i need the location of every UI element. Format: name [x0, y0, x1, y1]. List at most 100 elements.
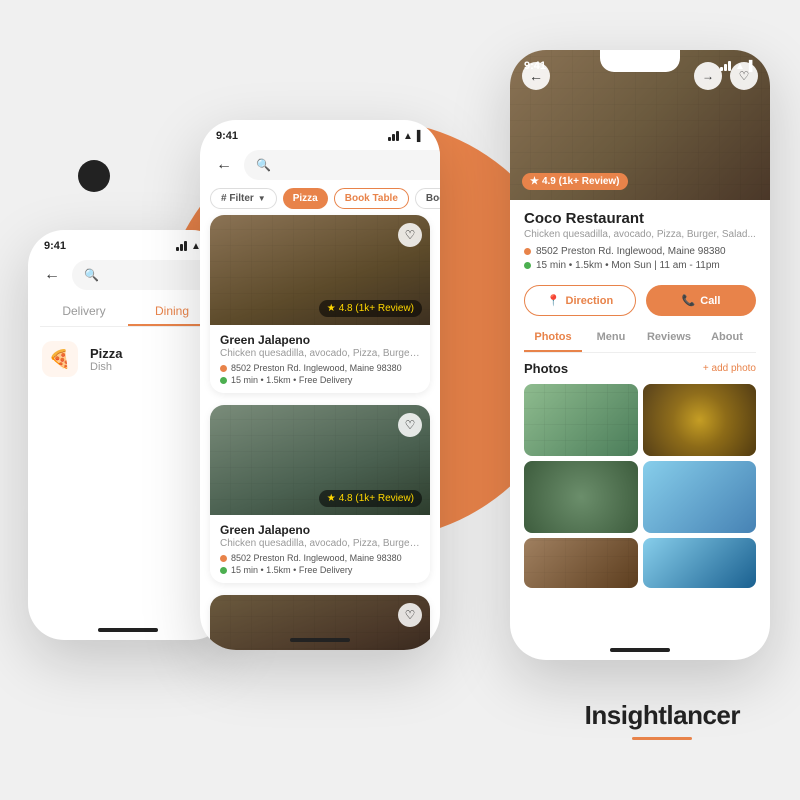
brand-name: Insightlancer [585, 700, 740, 731]
detail-header-image: 9:41 ▲ ▌ ← → ♡ ★ 4.9 (1k+ Review) [510, 50, 770, 200]
status-time-left: 9:41 [44, 240, 66, 252]
search-icon-left: 🔍 [84, 268, 99, 282]
notch-left [88, 230, 168, 252]
suggestion-item[interactable]: 🍕 Pizza Dish [28, 331, 228, 387]
tab-about[interactable]: About [698, 324, 756, 352]
back-button-left[interactable]: ← [38, 261, 66, 289]
restaurant-detail-meta: 8502 Preston Rd. Inglewood, Maine 98380 … [524, 246, 756, 271]
address-row-2: 8502 Preston Rd. Inglewood, Maine 98380 [220, 553, 420, 563]
direction-icon: 📍 [547, 294, 561, 307]
notch-right [600, 50, 680, 72]
wifi-icon-right: ▲ [735, 61, 745, 72]
tab-photos[interactable]: Photos [524, 324, 582, 352]
filter-chip-booktable[interactable]: Book Table [334, 188, 409, 209]
restaurant-image-2: ♡ ★ 4.8 (1k+ Review) [210, 405, 430, 515]
filter-chip-pizza[interactable]: Pizza [283, 188, 328, 209]
location-dot-2 [220, 555, 227, 562]
battery-icon-right: ▌ [749, 61, 756, 72]
card-body-1: Green Jalapeno Chicken quesadilla, avoca… [210, 325, 430, 393]
photo-3[interactable] [524, 461, 638, 533]
suggestion-text: Pizza Dish [90, 346, 123, 373]
hours-dot-detail [524, 262, 531, 269]
search-bar-mid[interactable]: 🔍 Pizza ✕ [244, 150, 440, 180]
favorite-btn-1[interactable]: ♡ [398, 223, 422, 247]
tab-delivery[interactable]: Delivery [40, 298, 128, 326]
photo-1[interactable] [524, 384, 638, 456]
filter-row: # Filter ▼ Pizza Book Table Book Table [200, 184, 440, 215]
action-buttons: 📍 Direction 📞 Call [510, 277, 770, 324]
delivery-dot-2 [220, 567, 227, 574]
star-icon-detail: ★ [530, 176, 539, 187]
photo-5[interactable] [524, 538, 638, 588]
photo-6[interactable] [643, 538, 757, 588]
photos-section-title: Photos [524, 361, 568, 376]
restaurant-card-2[interactable]: ♡ ★ 4.8 (1k+ Review) Green Jalapeno Chic… [210, 405, 430, 583]
status-icons-mid: ▲ ▌ [388, 131, 424, 142]
pizza-icon: 🍕 [42, 341, 78, 377]
notch-mid [280, 120, 360, 142]
filter-chevron: ▼ [258, 194, 266, 203]
restaurant-desc-1: Chicken quesadilla, avocado, Pizza, Burg… [220, 348, 420, 359]
location-dot-detail [524, 248, 531, 255]
call-icon: 📞 [682, 294, 696, 307]
status-time-mid: 9:41 [216, 130, 238, 142]
tab-bar-left: Delivery Dining [40, 298, 216, 327]
booktable-filter-label: Book Table [345, 193, 398, 204]
delivery-row-1: 15 min • 1.5km • Free Delivery [220, 375, 420, 385]
decorative-dot-topleft [78, 160, 110, 192]
delivery-dot-1 [220, 377, 227, 384]
detail-tab-bar: Photos Menu Reviews About [524, 324, 756, 353]
restaurant-desc-2: Chicken quesadilla, avocado, Pizza, Burg… [220, 538, 420, 549]
brand-underline [632, 737, 692, 740]
status-time-right: 9:41 [524, 60, 546, 72]
favorite-btn-3[interactable]: ♡ [398, 603, 422, 627]
card-meta-1: 8502 Preston Rd. Inglewood, Maine 98380 … [220, 363, 420, 385]
search-input-mid[interactable]: Pizza [279, 158, 434, 172]
signal-icon-right [720, 61, 731, 71]
restaurant-detail-desc: Chicken quesadilla, avocado, Pizza, Burg… [524, 229, 756, 240]
brand-section: Insightlancer [585, 700, 740, 740]
signal-icon-mid [388, 131, 399, 141]
photo-4[interactable] [643, 461, 757, 533]
detail-info: Coco Restaurant Chicken quesadilla, avoc… [510, 200, 770, 277]
tab-reviews[interactable]: Reviews [640, 324, 698, 352]
back-button-mid[interactable]: ← [210, 151, 238, 179]
filter-chip-booktable2[interactable]: Book Table [415, 188, 440, 209]
battery-icon-mid: ▌ [417, 131, 424, 142]
card-body-2: Green Jalapeno Chicken quesadilla, avoca… [210, 515, 430, 583]
photo-grid-2 [524, 538, 756, 588]
card-meta-2: 8502 Preston Rd. Inglewood, Maine 98380 … [220, 553, 420, 575]
location-dot-1 [220, 365, 227, 372]
phone-mid: 9:41 ▲ ▌ ← 🔍 Pizza ✕ # Filter ▼ Pizza Bo… [200, 120, 440, 650]
header-rating-badge: ★ 4.9 (1k+ Review) [522, 173, 628, 190]
hours-detail-row: 15 min • 1.5km • Mon Sun | 11 am - 11pm [524, 260, 756, 271]
add-photo-button[interactable]: + add photo [703, 363, 756, 374]
delivery-row-2: 15 min • 1.5km • Free Delivery [220, 565, 420, 575]
filter-label: # Filter [221, 193, 254, 204]
tab-menu[interactable]: Menu [582, 324, 640, 352]
photos-header: Photos + add photo [524, 361, 756, 376]
restaurant-card-1[interactable]: ♡ ★ 4.8 (1k+ Review) Green Jalapeno Chic… [210, 215, 430, 393]
direction-button[interactable]: 📍 Direction [524, 285, 636, 316]
search-icon-mid: 🔍 [256, 158, 271, 172]
restaurant-name-2: Green Jalapeno [220, 523, 420, 537]
booktable2-filter-label: Book Table [426, 193, 440, 204]
filter-chip-main[interactable]: # Filter ▼ [210, 188, 277, 209]
suggestion-category: Dish [90, 361, 123, 373]
phone-left: 9:41 ▲ ▌ ← 🔍 Pizza ✕ Delivery Dining 🍕 [28, 230, 228, 640]
home-bar-right [610, 648, 670, 652]
star-icon-2: ★ [327, 493, 336, 504]
photo-2[interactable] [643, 384, 757, 456]
address-row-1: 8502 Preston Rd. Inglewood, Maine 98380 [220, 363, 420, 373]
restaurant-image-1: ♡ ★ 4.8 (1k+ Review) [210, 215, 430, 325]
favorite-btn-2[interactable]: ♡ [398, 413, 422, 437]
suggestion-name: Pizza [90, 346, 123, 361]
star-icon-1: ★ [327, 303, 336, 314]
signal-icon [176, 241, 187, 251]
call-button[interactable]: 📞 Call [646, 285, 756, 316]
home-bar-left [98, 628, 158, 632]
home-bar-mid [290, 638, 350, 642]
wifi-icon-mid: ▲ [403, 131, 413, 142]
restaurant-name-1: Green Jalapeno [220, 333, 420, 347]
rating-badge-2: ★ 4.8 (1k+ Review) [319, 490, 422, 507]
